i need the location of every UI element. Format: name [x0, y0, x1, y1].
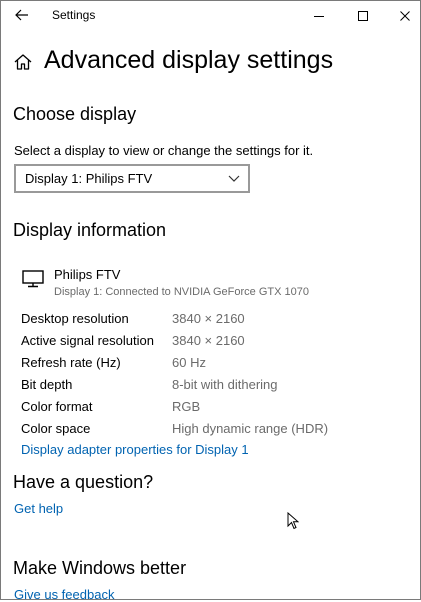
make-windows-better-heading: Make Windows better [13, 558, 187, 578]
color-space-label: Color space [21, 421, 91, 436]
active-signal-resolution-label: Active signal resolution [21, 333, 154, 348]
maximize-button[interactable] [341, 0, 385, 31]
minimize-icon [314, 15, 324, 17]
monitor-name: Philips FTV [54, 267, 121, 282]
back-arrow-icon[interactable] [12, 5, 32, 25]
color-format-value: RGB [172, 399, 201, 414]
get-help-link[interactable]: Get help [14, 501, 63, 516]
maximize-icon [358, 10, 368, 21]
window-title: Settings [52, 8, 96, 22]
chevron-down-icon [228, 175, 240, 182]
bit-depth-label: Bit depth [21, 377, 73, 392]
monitor-icon [22, 270, 44, 288]
choose-display-description: Select a display to view or change the s… [14, 143, 314, 158]
mouse-cursor-icon [287, 512, 299, 530]
refresh-rate-value: 60 Hz [172, 355, 206, 370]
display-select[interactable]: Display 1: Philips FTV [14, 164, 250, 193]
display-information-heading: Display information [13, 220, 167, 240]
title-bar: Settings [0, 0, 421, 31]
desktop-resolution-value: 3840 × 2160 [172, 311, 245, 326]
refresh-rate-label: Refresh rate (Hz) [21, 355, 121, 370]
have-a-question-heading: Have a question? [13, 472, 154, 492]
display-adapter-properties-link[interactable]: Display adapter properties for Display 1 [21, 442, 249, 457]
desktop-resolution-label: Desktop resolution [21, 311, 129, 326]
color-space-value: High dynamic range (HDR) [172, 421, 329, 436]
close-button[interactable] [383, 0, 421, 31]
color-format-label: Color format [21, 399, 93, 414]
home-icon[interactable] [13, 52, 33, 72]
choose-display-heading: Choose display [13, 104, 137, 124]
close-icon [400, 10, 410, 21]
bit-depth-value: 8-bit with dithering [172, 377, 278, 392]
page-title: Advanced display settings [44, 46, 334, 74]
active-signal-resolution-value: 3840 × 2160 [172, 333, 245, 348]
minimize-button[interactable] [297, 0, 341, 31]
display-select-value: Display 1: Philips FTV [25, 171, 153, 186]
monitor-connection-info: Display 1: Connected to NVIDIA GeForce G… [54, 286, 309, 298]
